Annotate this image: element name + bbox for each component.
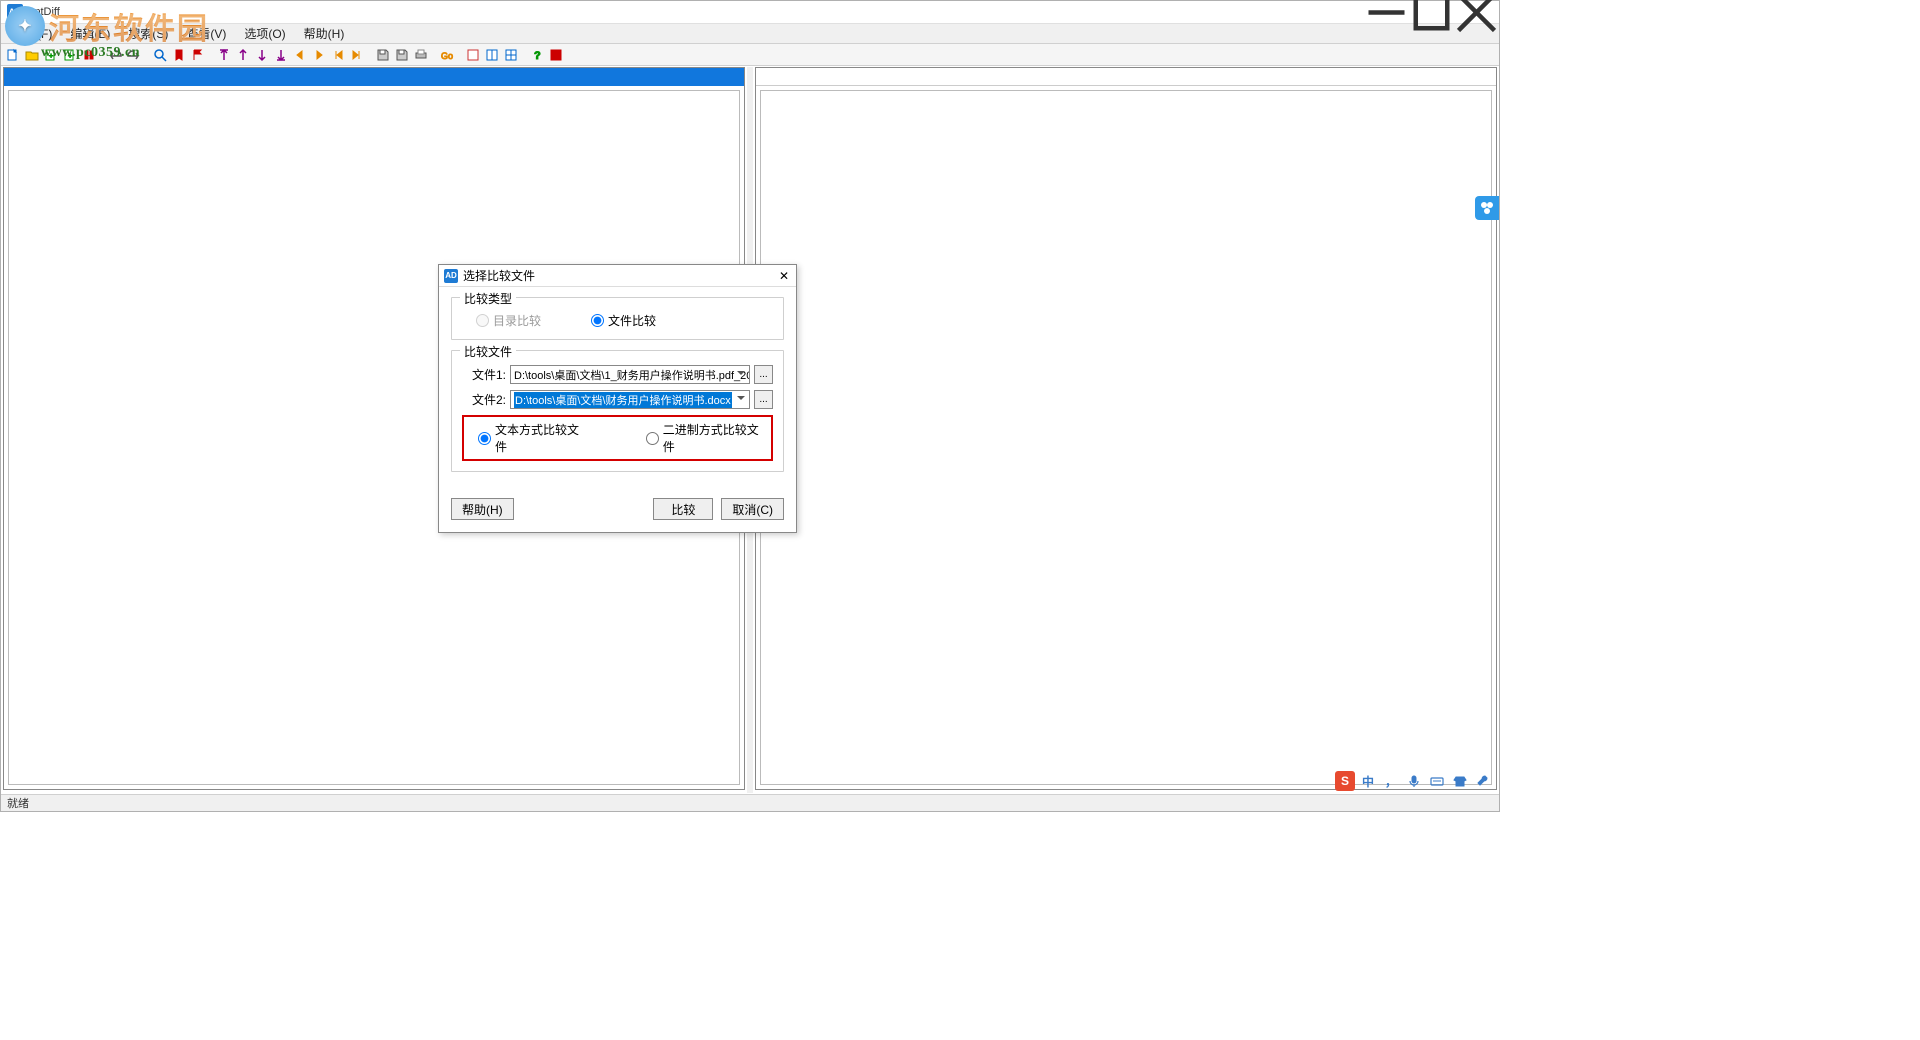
file1-browse-button[interactable]: ... <box>754 365 773 384</box>
radio-text-method[interactable]: 文本方式比较文件 <box>478 421 586 455</box>
ime-skin-icon[interactable] <box>1450 771 1470 791</box>
tb-undo-icon[interactable] <box>106 46 124 64</box>
cancel-button[interactable]: 取消(C) <box>721 498 784 520</box>
radio-dir-compare-input <box>476 314 489 327</box>
app-window: ✦ 河东软件园 www.pc0359.cn AD AptDiff 文件(F) 编… <box>0 0 1500 812</box>
tb-redo-icon[interactable] <box>125 46 143 64</box>
ime-tool-icon[interactable] <box>1473 771 1493 791</box>
dialog-close-button[interactable]: ✕ <box>772 266 796 286</box>
tb-copy-right-icon[interactable] <box>310 46 328 64</box>
right-pane <box>755 67 1497 790</box>
tb-split-vert-icon[interactable] <box>483 46 501 64</box>
right-pane-content[interactable] <box>760 90 1492 785</box>
maximize-button[interactable] <box>1409 1 1454 23</box>
tb-add2-icon[interactable]: + <box>61 46 79 64</box>
tb-open-icon[interactable] <box>23 46 41 64</box>
tb-find-icon[interactable] <box>151 46 169 64</box>
ime-sogou-icon[interactable]: S <box>1335 771 1355 791</box>
tb-first-diff-icon[interactable] <box>215 46 233 64</box>
tb-print-icon[interactable] <box>412 46 430 64</box>
svg-text:+: + <box>49 53 53 60</box>
menu-file[interactable]: 文件(F) <box>5 24 60 43</box>
ime-bar: S 中 ， <box>1335 771 1493 791</box>
tb-single-pane-icon[interactable] <box>464 46 482 64</box>
radio-text-method-input[interactable] <box>478 432 491 445</box>
dialog-titlebar: AD 选择比较文件 ✕ <box>439 265 796 287</box>
svg-text:?: ? <box>534 50 541 62</box>
titlebar: AD AptDiff <box>1 1 1499 24</box>
tb-bookmark-icon[interactable] <box>170 46 188 64</box>
dialog-title: 选择比较文件 <box>463 267 772 284</box>
file1-combo[interactable]: D:\tools\桌面\文档\1_财务用户操作说明书.pdf_2018-01-1… <box>510 365 750 384</box>
tb-flag-icon[interactable] <box>189 46 207 64</box>
tb-copy-left-icon[interactable] <box>291 46 309 64</box>
radio-file-compare[interactable]: 文件比较 <box>591 312 656 329</box>
tb-stop-icon[interactable] <box>547 46 565 64</box>
tb-new-icon[interactable] <box>4 46 22 64</box>
file1-label: 文件1: <box>462 366 506 383</box>
svg-text:+: + <box>68 53 72 60</box>
tb-last-diff-icon[interactable] <box>272 46 290 64</box>
tb-save-right-icon[interactable] <box>393 46 411 64</box>
tb-help-icon[interactable]: ? <box>528 46 546 64</box>
ime-punct-icon[interactable]: ， <box>1381 771 1401 791</box>
file2-combo[interactable]: D:\tools\桌面\文档\财务用户操作说明书.docx <box>510 390 750 409</box>
radio-binary-method-input[interactable] <box>646 432 659 445</box>
menu-help[interactable]: 帮助(H) <box>296 24 353 43</box>
file2-label: 文件2: <box>462 391 506 408</box>
compare-files-label: 比较文件 <box>460 343 516 360</box>
toolbar: + + Go ? <box>1 44 1499 66</box>
right-pane-header[interactable] <box>756 68 1496 86</box>
app-icon: AD <box>7 4 23 20</box>
dialog-app-icon: AD <box>444 269 458 283</box>
ime-mic-icon[interactable] <box>1404 771 1424 791</box>
menu-edit[interactable]: 编辑(E) <box>62 24 118 43</box>
tb-copy-all-right-icon[interactable] <box>348 46 366 64</box>
compare-files-group: 比较文件 文件1: D:\tools\桌面\文档\1_财务用户操作说明书.pdf… <box>451 350 784 472</box>
tb-prev-diff-icon[interactable] <box>234 46 252 64</box>
side-float-icon[interactable] <box>1475 196 1499 220</box>
compare-type-group: 比较类型 目录比较 文件比较 <box>451 297 784 340</box>
radio-dir-compare: 目录比较 <box>476 312 541 329</box>
file2-browse-button[interactable]: ... <box>754 390 773 409</box>
tb-add1-icon[interactable]: + <box>42 46 60 64</box>
tb-copy-all-left-icon[interactable] <box>329 46 347 64</box>
left-pane-header[interactable] <box>4 68 744 86</box>
svg-text:Go: Go <box>441 51 453 61</box>
menu-view[interactable]: 查看(V) <box>178 24 234 43</box>
select-compare-dialog: AD 选择比较文件 ✕ 比较类型 目录比较 文件比较 比 <box>438 264 797 533</box>
app-title: AptDiff <box>27 6 60 18</box>
menubar: 文件(F) 编辑(E) 搜索(S) 查看(V) 选项(O) 帮助(H) <box>1 24 1499 44</box>
minimize-button[interactable] <box>1364 1 1409 23</box>
close-button[interactable] <box>1454 1 1499 23</box>
tb-compare-icon[interactable] <box>80 46 98 64</box>
status-text: 就绪 <box>7 795 29 811</box>
ime-lang[interactable]: 中 <box>1358 771 1378 791</box>
tb-next-diff-icon[interactable] <box>253 46 271 64</box>
tb-goto-icon[interactable]: Go <box>438 46 456 64</box>
compare-method-highlight: 文本方式比较文件 二进制方式比较文件 <box>462 415 773 461</box>
menu-search[interactable]: 搜索(S) <box>120 24 176 43</box>
tb-save-left-icon[interactable] <box>374 46 392 64</box>
compare-type-label: 比较类型 <box>460 290 516 307</box>
compare-button[interactable]: 比较 <box>653 498 713 520</box>
statusbar: 就绪 <box>1 794 1499 811</box>
menu-options[interactable]: 选项(O) <box>236 24 293 43</box>
radio-binary-method[interactable]: 二进制方式比较文件 <box>646 421 765 455</box>
help-button[interactable]: 帮助(H) <box>451 498 514 520</box>
ime-keyboard-icon[interactable] <box>1427 771 1447 791</box>
tb-split-quad-icon[interactable] <box>502 46 520 64</box>
radio-file-compare-input[interactable] <box>591 314 604 327</box>
